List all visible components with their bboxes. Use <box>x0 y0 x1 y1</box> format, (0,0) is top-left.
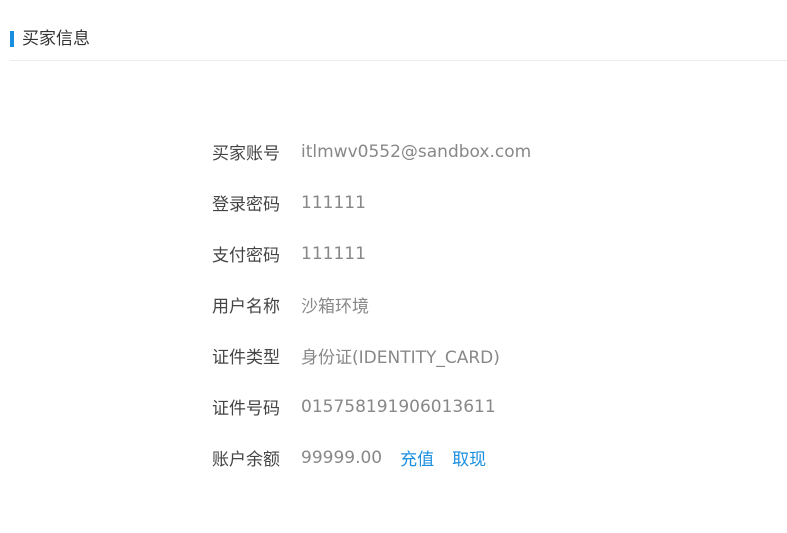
buyer-account-value: itlmwv0552@sandbox.com <box>301 141 532 162</box>
id-number-label: 证件号码 <box>212 399 280 419</box>
section-divider <box>10 60 787 61</box>
row-balance: 账户余额 99999.00 充值 取现 <box>212 432 531 483</box>
withdraw-link[interactable]: 取现 <box>452 445 486 470</box>
row-buyer-account: 买家账号 itlmwv0552@sandbox.com <box>212 126 531 177</box>
section-header: 买家信息 <box>10 28 90 50</box>
login-password-label: 登录密码 <box>212 195 280 215</box>
recharge-link[interactable]: 充值 <box>400 445 434 470</box>
row-pay-password: 支付密码 111111 <box>212 228 531 279</box>
pay-password-label: 支付密码 <box>212 246 280 266</box>
pay-password-value: 111111 <box>301 243 366 264</box>
balance-value: 99999.00 <box>301 447 383 468</box>
id-number-value: 015758191906013611 <box>301 396 496 417</box>
buyer-account-label: 买家账号 <box>212 144 280 164</box>
row-login-password: 登录密码 111111 <box>212 177 531 228</box>
username-value: 沙箱环境 <box>301 297 369 317</box>
id-type-label: 证件类型 <box>212 348 280 368</box>
id-type-value: 身份证(IDENTITY_CARD) <box>301 348 500 368</box>
section-accent-bar <box>10 31 14 47</box>
row-id-number: 证件号码 015758191906013611 <box>212 381 531 432</box>
username-label: 用户名称 <box>212 297 280 317</box>
buyer-info-list: 买家账号 itlmwv0552@sandbox.com 登录密码 111111 … <box>212 126 531 483</box>
section-title: 买家信息 <box>22 29 90 49</box>
balance-label: 账户余额 <box>212 450 280 470</box>
login-password-value: 111111 <box>301 192 366 213</box>
row-id-type: 证件类型 身份证(IDENTITY_CARD) <box>212 330 531 381</box>
row-username: 用户名称 沙箱环境 <box>212 279 531 330</box>
